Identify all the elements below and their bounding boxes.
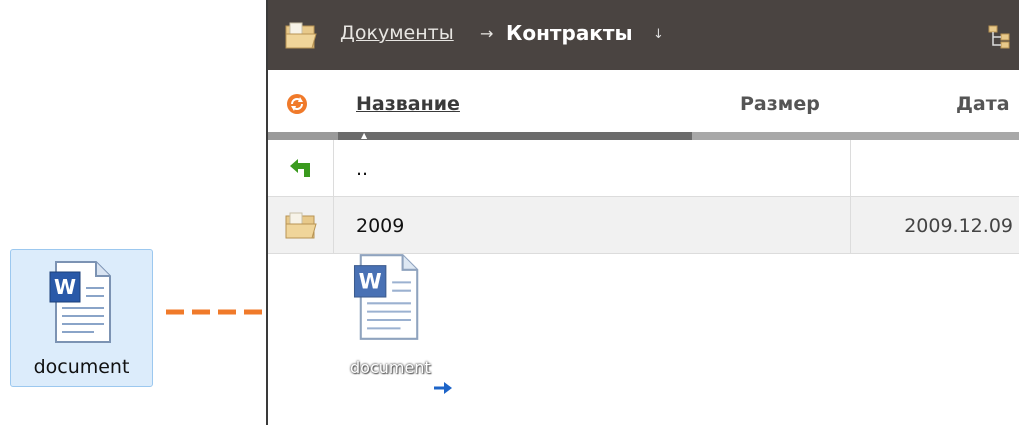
column-divider — [692, 132, 1019, 140]
folder-tree-icon[interactable] — [987, 24, 1013, 54]
folder-icon — [284, 22, 318, 54]
svg-text:W: W — [54, 275, 76, 299]
drag-ghost-label: document — [350, 358, 431, 377]
column-header-name[interactable]: Название — [356, 93, 460, 115]
file-manager-panel: Документы → Контракты ↓ Название Размер — [266, 0, 1019, 425]
table-row[interactable]: 2009 2009.12.09 — [268, 197, 1019, 254]
column-divider — [268, 132, 338, 140]
row-icon-cell — [268, 197, 334, 253]
refresh-icon[interactable] — [286, 93, 308, 119]
breadcrumb: Документы → Контракты ↓ — [268, 0, 1019, 70]
row-name: .. — [356, 158, 369, 180]
breadcrumb-current: Контракты — [506, 21, 633, 45]
breadcrumb-parent-link[interactable]: Документы — [340, 22, 454, 44]
folder-icon — [284, 212, 318, 244]
row-name: 2009 — [356, 215, 405, 237]
row-icon-cell — [268, 140, 334, 196]
desktop-item-label: document — [33, 356, 130, 378]
row-date-cell: 2009.12.09 — [850, 197, 1019, 253]
sorted-column-indicator — [338, 132, 692, 140]
sort-ascending-icon: ▲ — [361, 131, 368, 140]
column-header-size[interactable]: Размер — [740, 93, 820, 115]
row-date: 2009.12.09 — [904, 215, 1013, 237]
drag-ghost-word-document-icon: W — [352, 251, 426, 347]
svg-text:W: W — [359, 270, 382, 294]
table-row[interactable]: .. — [268, 140, 1019, 197]
up-arrow-icon — [288, 158, 312, 182]
breadcrumb-dropdown-icon[interactable]: ↓ — [653, 27, 664, 42]
move-cursor-icon — [432, 380, 454, 400]
breadcrumb-separator: → — [480, 24, 494, 43]
row-date-cell — [850, 140, 1019, 196]
desktop-document-item[interactable]: W document — [10, 249, 153, 387]
column-header-date[interactable]: Дата — [956, 93, 1010, 115]
word-document-icon: W — [48, 258, 118, 350]
column-header-row: Название Размер Дата — [268, 70, 1019, 132]
